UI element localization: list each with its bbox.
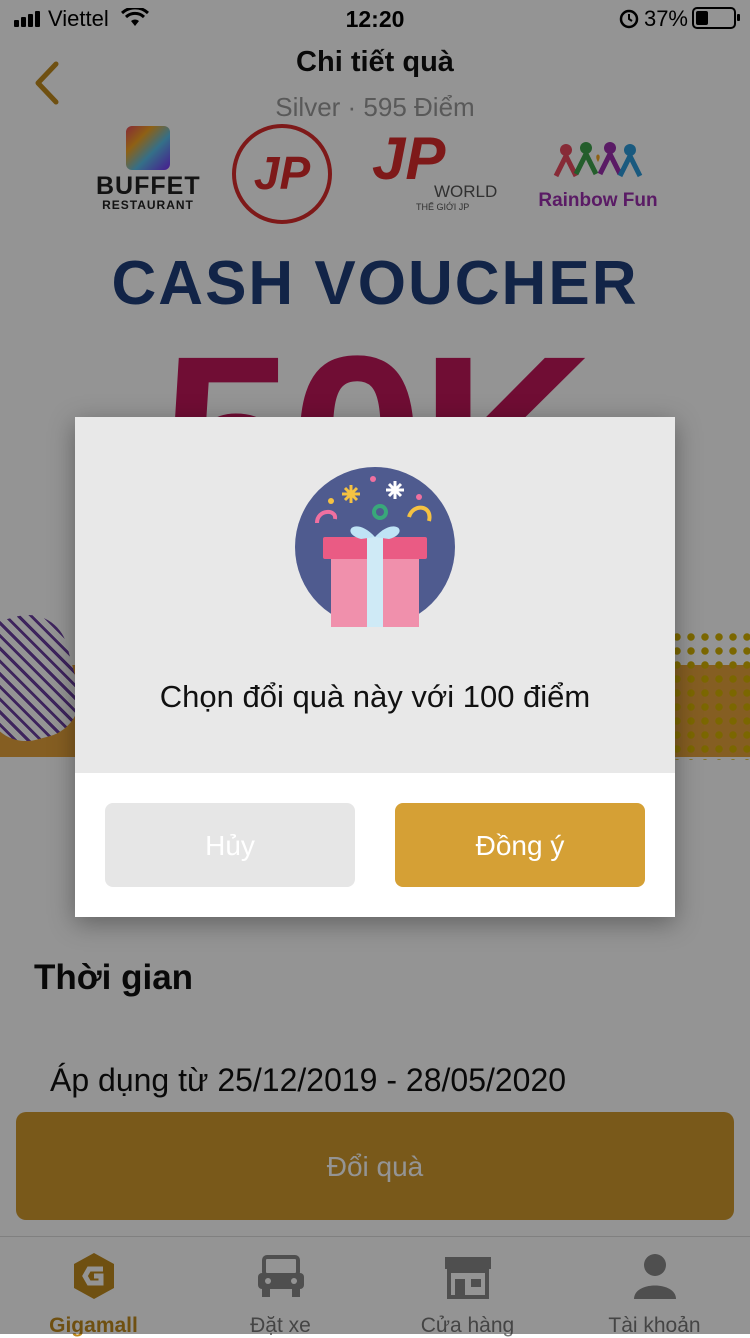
confirm-dialog: Chọn đổi quà này với 100 điểm Hủy Đồng ý <box>75 417 675 917</box>
cancel-button[interactable]: Hủy <box>105 803 355 887</box>
dialog-message: Chọn đổi quà này với 100 điểm <box>159 679 591 714</box>
dialog-body: Chọn đổi quà này với 100 điểm <box>75 417 675 773</box>
confirm-button[interactable]: Đồng ý <box>395 803 645 887</box>
gift-icon <box>295 467 455 627</box>
